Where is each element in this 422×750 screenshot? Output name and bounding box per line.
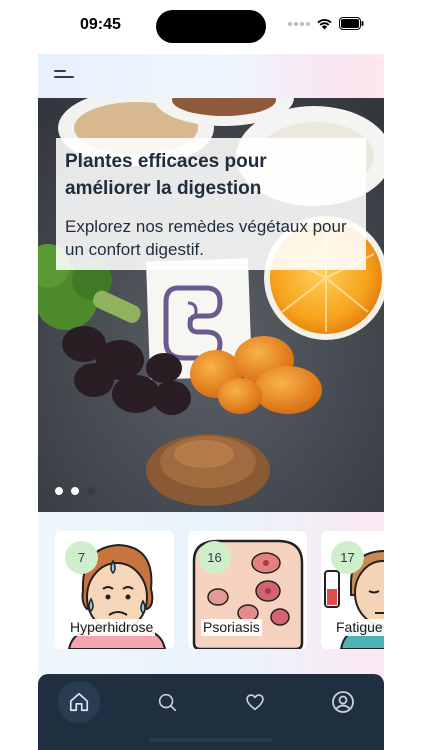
bottom-tab-bar — [38, 674, 384, 750]
home-indicator — [149, 738, 273, 742]
wifi-icon — [316, 17, 333, 30]
heart-icon — [246, 694, 264, 711]
hero-subtitle: Explorez nos remèdes végétaux pour un co… — [65, 217, 347, 259]
category-card-hyperhidrose[interactable]: 7 Hyperhidrose — [55, 531, 174, 649]
category-label: Psoriasis — [201, 619, 262, 636]
carousel-dot[interactable] — [55, 487, 63, 495]
hero-text-card: Plantes efficaces pour améliorer la dige… — [56, 138, 366, 270]
dynamic-island — [156, 10, 266, 43]
carousel-dots — [55, 487, 95, 495]
tab-favorites[interactable] — [235, 682, 275, 722]
carousel-dot[interactable] — [87, 487, 95, 495]
count-badge: 7 — [65, 541, 98, 574]
category-label: Fatigue — [334, 619, 384, 636]
category-strip: 7 Hyperhidrose 16 Psoriasis 17 Fatigue — [38, 512, 384, 676]
status-bar: 09:45 — [0, 0, 422, 54]
home-icon — [69, 692, 89, 712]
category-label: Hyperhidrose — [68, 619, 156, 636]
category-card-fatigue[interactable]: 17 Fatigue — [321, 531, 384, 649]
signal-icon — [288, 21, 310, 26]
carousel-dot[interactable] — [71, 487, 79, 495]
status-time: 09:45 — [80, 16, 121, 33]
tab-home[interactable] — [58, 681, 100, 723]
hero-carousel[interactable]: Plantes efficaces pour améliorer la dige… — [38, 98, 384, 512]
tab-profile[interactable] — [323, 682, 363, 722]
status-icons — [288, 17, 364, 30]
tab-search[interactable] — [147, 682, 187, 722]
count-badge: 17 — [331, 541, 364, 574]
menu-icon[interactable] — [54, 68, 76, 84]
battery-icon — [339, 17, 364, 30]
category-card-psoriasis[interactable]: 16 Psoriasis — [188, 531, 307, 649]
app-screen: 09:45 Plantes efficaces pour améliorer l… — [0, 0, 422, 750]
app-frame: Plantes efficaces pour améliorer la dige… — [38, 54, 384, 750]
count-badge: 16 — [198, 541, 231, 574]
hero-title: Plantes efficaces pour améliorer la dige… — [65, 151, 267, 199]
header-bar — [38, 54, 384, 98]
search-icon — [158, 693, 177, 712]
profile-icon — [332, 691, 354, 713]
